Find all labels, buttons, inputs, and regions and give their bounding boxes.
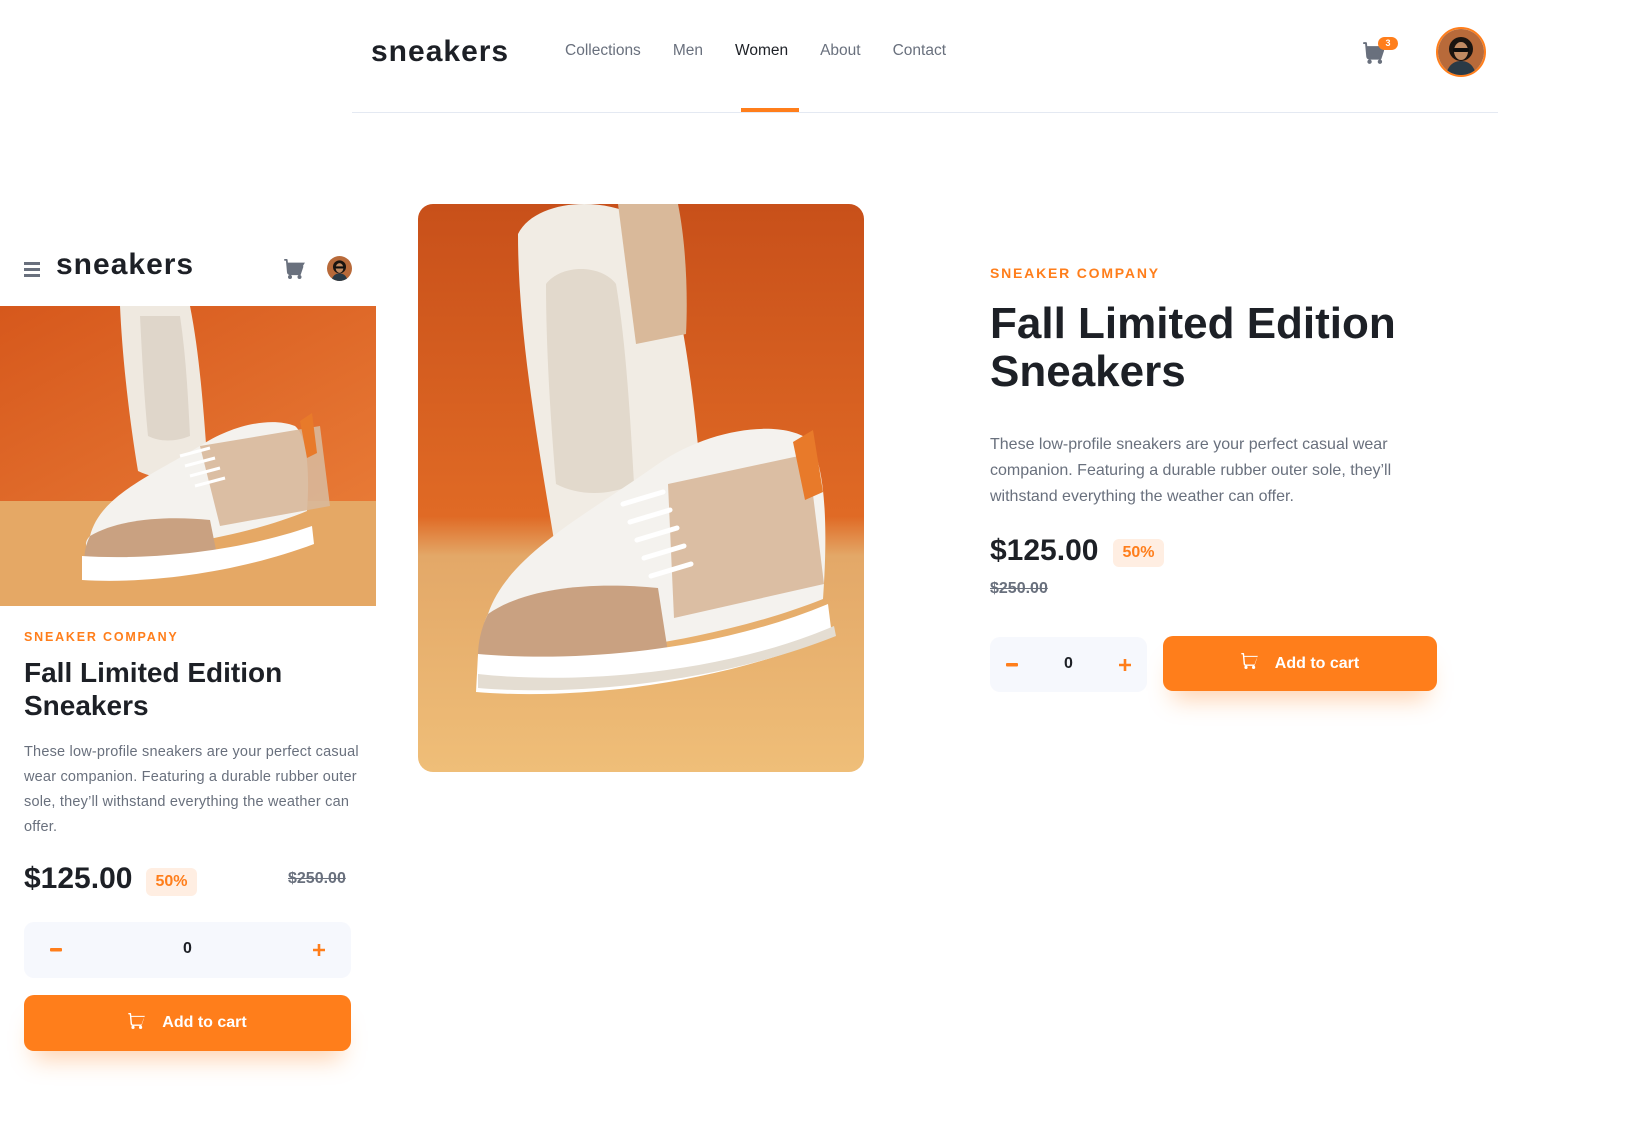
add-to-cart-label: Add to cart — [1274, 654, 1360, 672]
mobile-original-price: $250.00 — [288, 870, 346, 887]
plus-icon[interactable] — [305, 936, 333, 964]
mobile-discount-badge: 50% — [146, 868, 197, 896]
mobile-add-to-cart-button[interactable]: Add to cart — [24, 995, 351, 1051]
menu-icon[interactable] — [24, 262, 40, 277]
nav-men[interactable]: Men — [673, 42, 703, 60]
cart-count-badge: 3 — [1378, 37, 1398, 50]
mobile-logo[interactable]: sneakers — [56, 248, 194, 282]
mobile-current-price: $125.00 — [24, 862, 133, 895]
company-label: SNEAKER COMPANY — [990, 265, 1160, 281]
mobile-product-description: These low-profile sneakers are your perf… — [24, 744, 359, 835]
avatar[interactable] — [1436, 27, 1486, 77]
site-logo[interactable]: sneakers — [371, 35, 509, 69]
main-nav: Collections Men Women About Contact — [565, 42, 946, 60]
discount-badge: 50% — [1113, 539, 1164, 567]
mobile-quantity-stepper: 0 — [24, 922, 351, 978]
cart-icon — [1240, 653, 1259, 674]
cart-icon — [128, 1012, 146, 1034]
avatar[interactable] — [327, 256, 352, 281]
original-price: $250.00 — [990, 580, 1048, 597]
product-title: Fall Limited Edition Sneakers — [990, 299, 1396, 396]
mobile-product-image[interactable] — [0, 306, 376, 606]
mobile-company-label: SNEAKER COMPANY — [24, 630, 179, 644]
product-description: These low-profile sneakers are your perf… — [990, 436, 1392, 505]
mobile-add-to-cart-label: Add to cart — [162, 1014, 247, 1031]
add-to-cart-button[interactable]: Add to cart — [1163, 636, 1437, 691]
desktop-product-image[interactable] — [418, 204, 864, 772]
mobile-header: sneakers — [0, 240, 376, 306]
cart-icon[interactable] — [284, 259, 306, 279]
desktop-header: sneakers Collections Men Women About Con… — [352, 0, 1498, 113]
nav-collections[interactable]: Collections — [565, 42, 641, 60]
nav-contact[interactable]: Contact — [893, 42, 946, 60]
nav-women[interactable]: Women — [735, 42, 788, 60]
plus-icon[interactable] — [1111, 651, 1139, 679]
nav-about[interactable]: About — [820, 42, 861, 60]
quantity-stepper: 0 — [990, 637, 1147, 692]
mobile-quantity-value: 0 — [183, 940, 192, 957]
current-price: $125.00 — [990, 534, 1099, 567]
active-nav-indicator — [741, 108, 799, 112]
mobile-product-title: Fall Limited Edition Sneakers — [24, 657, 283, 721]
